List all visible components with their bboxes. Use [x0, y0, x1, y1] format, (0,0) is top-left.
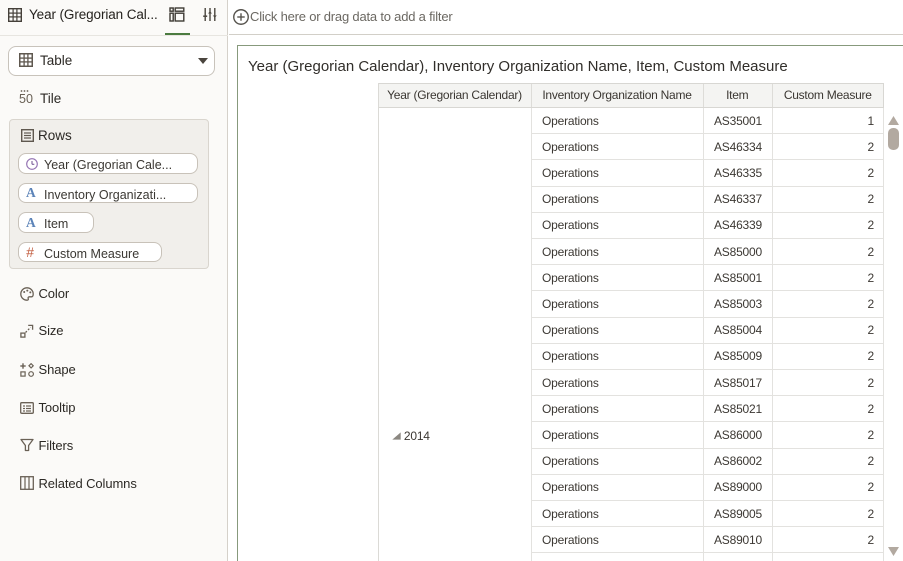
svg-text:50: 50 — [19, 92, 33, 105]
